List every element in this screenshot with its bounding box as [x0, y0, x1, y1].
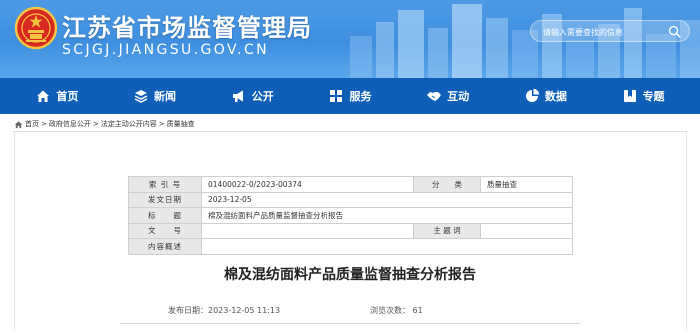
- docno-label: 文 号: [128, 222, 202, 239]
- breadcrumb-separator: >: [41, 120, 47, 128]
- summary-value: [201, 238, 573, 255]
- pie-chart-icon: [525, 88, 540, 102]
- breadcrumb-gov-info[interactable]: 政府信息公开: [49, 119, 91, 129]
- category-value: 质量抽查: [480, 176, 573, 193]
- breadcrumb-separator: >: [92, 120, 99, 128]
- nav-label: 公开: [251, 90, 274, 103]
- bookmark-icon: [623, 90, 636, 102]
- breadcrumb: 首页 > 政府信息公开 > 法定主动公开内容 > 质量抽查: [14, 118, 195, 130]
- site-title[interactable]: 江苏省市场监督管理局: [62, 8, 312, 43]
- table-row: 索 引 号 01400022-0/2023-00374 分 类 质量抽查: [128, 176, 573, 193]
- search-input[interactable]: [543, 24, 663, 40]
- subject-label: 主 题 词: [413, 222, 481, 239]
- nav-item-home[interactable]: 首页: [35, 88, 78, 104]
- nav-label: 服务: [349, 90, 372, 103]
- nav-item-topics[interactable]: 专题: [622, 88, 665, 104]
- nav-label: 数据: [544, 90, 567, 103]
- date-label: 发文日期: [128, 191, 202, 208]
- nav-label: 互动: [447, 90, 470, 103]
- nav-item-service[interactable]: 服务: [328, 88, 371, 104]
- article-divider: [120, 323, 580, 324]
- grid-icon: [330, 90, 343, 102]
- nav-item-news[interactable]: 新闻: [133, 88, 176, 104]
- summary-label: 内容概述: [128, 238, 202, 255]
- table-row: 标 题 棉及混纺面料产品质量监督抽查分析报告: [128, 207, 573, 224]
- header-banner: 江苏省市场监督管理局 SCJGJ.JIANGSU.GOV.CN: [0, 0, 700, 78]
- view-count: 浏览次数： 61: [370, 306, 423, 315]
- date-value: 2023-12-05: [201, 191, 573, 208]
- layers-icon: [134, 90, 148, 103]
- breadcrumb-statutory[interactable]: 法定主动公开内容: [101, 119, 157, 129]
- nav-item-public[interactable]: 公开: [231, 88, 274, 104]
- table-row: 内容概述: [128, 238, 573, 255]
- subject-value: [480, 222, 573, 239]
- national-emblem-icon: [14, 6, 58, 50]
- breadcrumb-separator: >: [158, 120, 165, 128]
- handshake-icon: [427, 92, 442, 101]
- home-icon: [14, 120, 23, 128]
- table-row: 文 号 主 题 词: [128, 222, 573, 239]
- breadcrumb-home[interactable]: 首页: [25, 119, 39, 129]
- category-label: 分 类: [413, 176, 481, 193]
- breadcrumb-quality[interactable]: 质量抽查: [167, 119, 195, 129]
- search-box[interactable]: [530, 20, 690, 42]
- nav-label: 新闻: [154, 90, 177, 103]
- site-domain: SCJGJ.JIANGSU.GOV.CN: [62, 42, 270, 58]
- document-meta-table: 索 引 号 01400022-0/2023-00374 分 类 质量抽查 发文日…: [128, 176, 573, 255]
- index-value: 01400022-0/2023-00374: [201, 176, 414, 193]
- index-label: 索 引 号: [128, 176, 202, 193]
- main-nav: 首页 新闻 公开 服务 互动 数据 专题: [0, 78, 700, 114]
- nav-label: 首页: [56, 90, 79, 103]
- megaphone-icon: [232, 90, 243, 102]
- docno-value: [201, 222, 414, 239]
- search-icon[interactable]: [668, 25, 681, 38]
- title-label: 标 题: [128, 207, 202, 224]
- publish-date: 发布日期：2023-12-05 11:13: [168, 306, 281, 315]
- nav-item-interact[interactable]: 互动: [426, 88, 469, 104]
- table-row: 发文日期 2023-12-05: [128, 191, 573, 208]
- nav-label: 专题: [642, 90, 665, 103]
- article-title: 棉及混纺面料产品质量监督抽查分析报告: [224, 267, 476, 283]
- nav-item-data[interactable]: 数据: [524, 88, 567, 104]
- home-icon: [37, 90, 50, 102]
- title-value: 棉及混纺面料产品质量监督抽查分析报告: [201, 207, 573, 224]
